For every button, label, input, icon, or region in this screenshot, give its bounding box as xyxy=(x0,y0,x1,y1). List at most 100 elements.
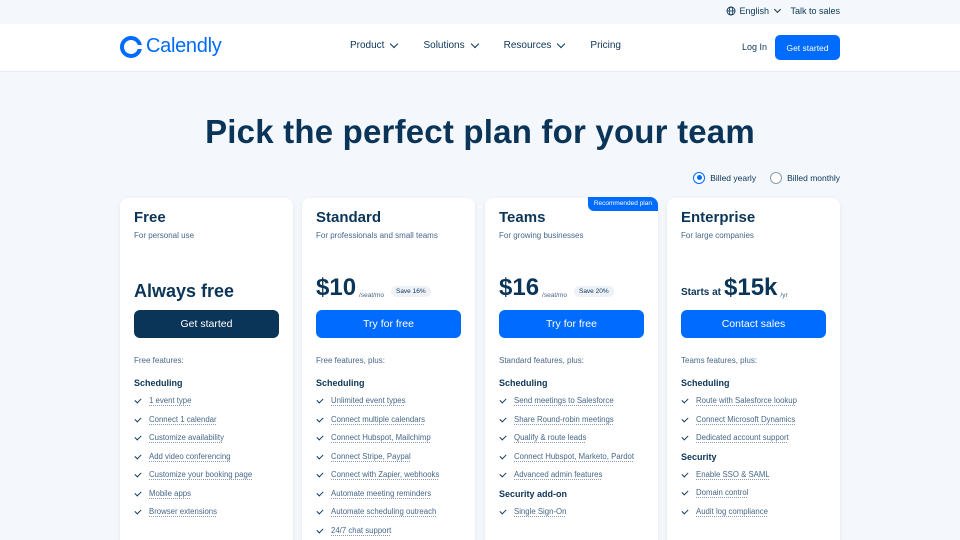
calendly-logo[interactable]: Calendly xyxy=(120,35,222,58)
check-icon xyxy=(499,396,507,404)
feature-tooltip-link[interactable]: Audit log compliance xyxy=(696,507,768,518)
billed-yearly-option[interactable]: Billed yearly xyxy=(693,172,756,184)
feature-tooltip-link[interactable]: Connect Hubspot, Marketo, Pardot xyxy=(514,452,634,463)
feature-tooltip-link[interactable]: Single Sign-On xyxy=(514,507,566,518)
check-icon xyxy=(316,489,324,497)
nav-item-solutions[interactable]: Solutions xyxy=(423,39,479,51)
check-icon xyxy=(499,507,507,515)
price-text: Always free xyxy=(134,281,235,301)
feature-tooltip-link[interactable]: Mobile apps xyxy=(149,489,191,500)
feature-item: Enable SSO & SAML xyxy=(681,470,826,481)
billed-yearly-label: Billed yearly xyxy=(710,173,757,183)
features-heading: Free features, plus: xyxy=(316,356,385,365)
feature-item: Automate meeting reminders xyxy=(316,489,461,500)
check-icon xyxy=(681,470,689,478)
feature-item: 1 event type xyxy=(134,396,279,407)
brand-name: Calendly xyxy=(146,35,222,57)
plan-name: Teams xyxy=(499,209,546,226)
chevron-down-icon xyxy=(557,39,566,49)
feature-tooltip-link[interactable]: Connect Microsoft Dynamics xyxy=(696,415,795,426)
feature-tooltip-link[interactable]: Route with Salesforce lookup xyxy=(696,396,797,407)
recommended-badge: Recommended plan xyxy=(587,197,658,211)
feature-tooltip-link[interactable]: Connect 1 calendar xyxy=(149,415,217,426)
feature-tooltip-link[interactable]: Share Round-robin meetings xyxy=(514,415,614,426)
feature-list: Scheduling Route with Salesforce lookup Co… xyxy=(681,378,826,525)
feature-tooltip-link[interactable]: Connect Stripe, Paypal xyxy=(331,452,411,463)
get-started-button[interactable]: Get started xyxy=(775,35,840,60)
chevron-down-icon xyxy=(390,39,399,49)
feature-item: Connect Microsoft Dynamics xyxy=(681,415,826,426)
feature-item: Connect Stripe, Paypal xyxy=(316,452,461,463)
features-heading: Standard features, plus: xyxy=(499,356,584,365)
check-icon xyxy=(681,488,689,496)
plan-name: Enterprise xyxy=(681,209,756,226)
feature-item: Customize availability xyxy=(134,433,279,444)
plan-description: For professionals and small teams xyxy=(316,231,438,240)
feature-item: Audit log compliance xyxy=(681,507,826,518)
feature-tooltip-link[interactable]: Connect multiple calendars xyxy=(331,415,425,426)
feature-item: Connect with Zapier, webhooks xyxy=(316,470,461,481)
feature-tooltip-link[interactable]: Domain control xyxy=(696,488,748,499)
feature-item: Connect Hubspot, Marketo, Pardot xyxy=(499,452,644,463)
check-icon xyxy=(316,507,324,515)
radio-selected-icon[interactable] xyxy=(693,172,706,184)
feature-tooltip-link[interactable]: Connect with Zapier, webhooks xyxy=(331,470,439,481)
feature-tooltip-link[interactable]: Connect Hubspot, Mailchimp xyxy=(331,433,431,444)
login-link[interactable]: Log In xyxy=(742,42,767,52)
price-amount: $10 xyxy=(316,274,357,301)
save-badge: Save 20% xyxy=(573,286,614,297)
check-icon xyxy=(316,526,324,534)
feature-tooltip-link[interactable]: Customize availability xyxy=(149,433,224,444)
nav-item-product[interactable]: Product xyxy=(350,39,399,51)
price-unit: /yr xyxy=(780,292,788,299)
plan-description: For large companies xyxy=(681,231,754,240)
billed-monthly-option[interactable]: Billed monthly xyxy=(770,172,840,184)
check-icon xyxy=(134,452,142,460)
feature-tooltip-link[interactable]: Enable SSO & SAML xyxy=(696,470,770,481)
get-started-free-button[interactable]: Get started xyxy=(134,310,279,338)
globe-icon xyxy=(727,6,736,16)
language-selector[interactable]: English xyxy=(726,5,782,16)
feature-tooltip-link[interactable]: Browser extensions xyxy=(149,507,217,518)
feature-tooltip-link[interactable]: Unlimited event types xyxy=(331,396,406,407)
feature-tooltip-link[interactable]: Qualify & route leads xyxy=(514,433,586,444)
plan-description: For growing businesses xyxy=(499,231,584,240)
main-nav: Calendly Product Solutions Resources Pri… xyxy=(0,24,960,72)
feature-item: Route with Salesforce lookup xyxy=(681,396,826,407)
try-for-free-button[interactable]: Try for free xyxy=(316,310,461,338)
check-icon xyxy=(134,507,142,515)
nav-item-label: Pricing xyxy=(590,40,621,51)
feature-item: Browser extensions xyxy=(134,507,279,518)
feature-tooltip-link[interactable]: 1 event type xyxy=(149,396,191,407)
plan-card-standard: Standard For professionals and small tea… xyxy=(302,198,475,540)
feature-tooltip-link[interactable]: Automate scheduling outreach xyxy=(331,507,436,518)
starts-at-label: Starts at xyxy=(681,287,722,298)
feature-item: Connect Hubspot, Mailchimp xyxy=(316,433,461,444)
price-unit: /seat/mo xyxy=(542,292,567,299)
radio-unselected-icon[interactable] xyxy=(770,172,783,184)
check-icon xyxy=(316,396,324,404)
feature-tooltip-link[interactable]: Send meetings to Salesforce xyxy=(514,396,614,407)
check-icon xyxy=(134,396,142,404)
check-icon xyxy=(681,433,689,441)
nav-item-pricing[interactable]: Pricing xyxy=(590,40,621,51)
try-for-free-button[interactable]: Try for free xyxy=(499,310,644,338)
feature-section-title: Security add-on xyxy=(499,488,568,499)
feature-tooltip-link[interactable]: 24/7 chat support xyxy=(331,526,391,537)
feature-item: Qualify & route leads xyxy=(499,433,644,444)
feature-tooltip-link[interactable]: Dedicated account support xyxy=(696,433,789,444)
talk-to-sales-link[interactable]: Talk to sales xyxy=(790,6,840,16)
feature-tooltip-link[interactable]: Advanced admin features xyxy=(514,470,602,481)
nav-item-label: Product xyxy=(350,40,385,51)
feature-list: Scheduling Unlimited event types Connect m… xyxy=(316,378,461,540)
feature-item: Single Sign-On xyxy=(499,507,644,518)
feature-tooltip-link[interactable]: Automate meeting reminders xyxy=(331,489,431,500)
nav-item-resources[interactable]: Resources xyxy=(504,39,566,51)
feature-list: Scheduling Send meetings to Salesforce Sha… xyxy=(499,378,644,525)
check-icon xyxy=(316,470,324,478)
feature-tooltip-link[interactable]: Customize your booking page xyxy=(149,470,252,481)
feature-tooltip-link[interactable]: Add video conferencing xyxy=(149,452,231,463)
feature-item: Add video conferencing xyxy=(134,452,279,463)
chevron-down-icon xyxy=(470,39,479,49)
contact-sales-button[interactable]: Contact sales xyxy=(681,310,826,338)
